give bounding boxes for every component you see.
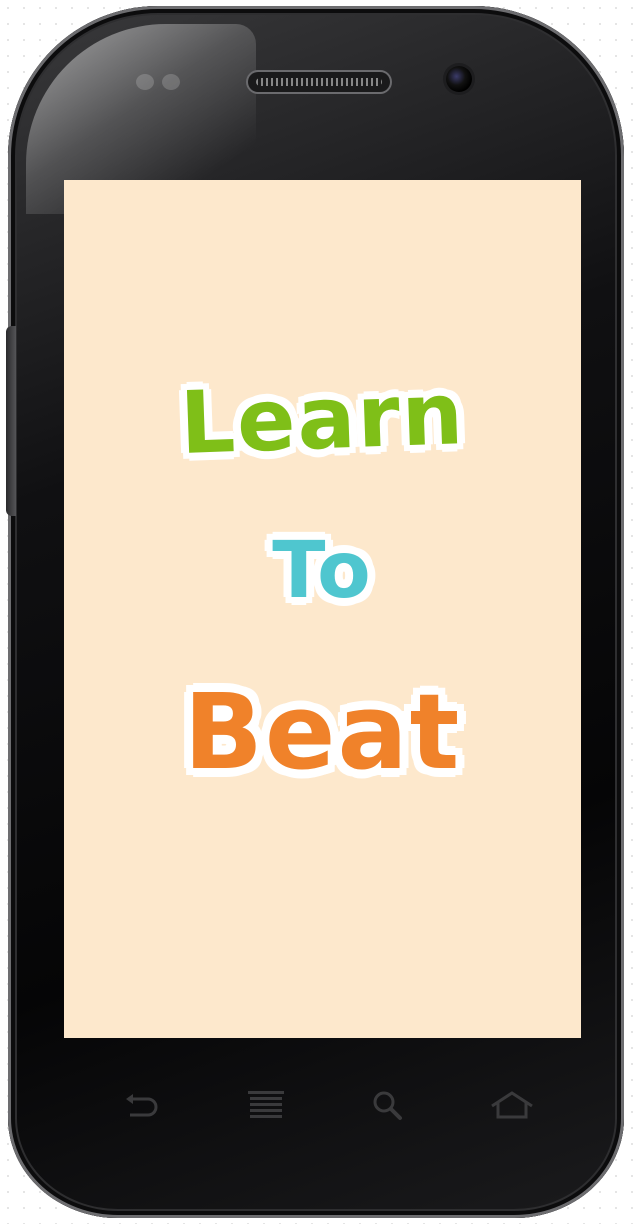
menu-icon [248, 1091, 284, 1118]
earpiece-speaker [248, 72, 390, 92]
navigation-bar [64, 1076, 581, 1136]
phone-frame: Learn To Beat [8, 6, 624, 1218]
title-word-to: To [272, 526, 373, 616]
search-icon [373, 1091, 402, 1120]
proximity-sensors [136, 72, 196, 92]
back-icon [126, 1094, 158, 1117]
home-icon [491, 1091, 533, 1119]
volume-side-button[interactable] [6, 326, 16, 516]
title-word-learn: Learn [178, 364, 467, 474]
back-button[interactable] [112, 1086, 172, 1126]
app-screen: Learn To Beat [64, 180, 581, 1038]
menu-button[interactable] [236, 1086, 296, 1126]
search-button[interactable] [358, 1086, 418, 1126]
home-button[interactable] [482, 1086, 542, 1126]
title-word-beat: Beat [183, 671, 462, 793]
front-camera [446, 66, 472, 92]
